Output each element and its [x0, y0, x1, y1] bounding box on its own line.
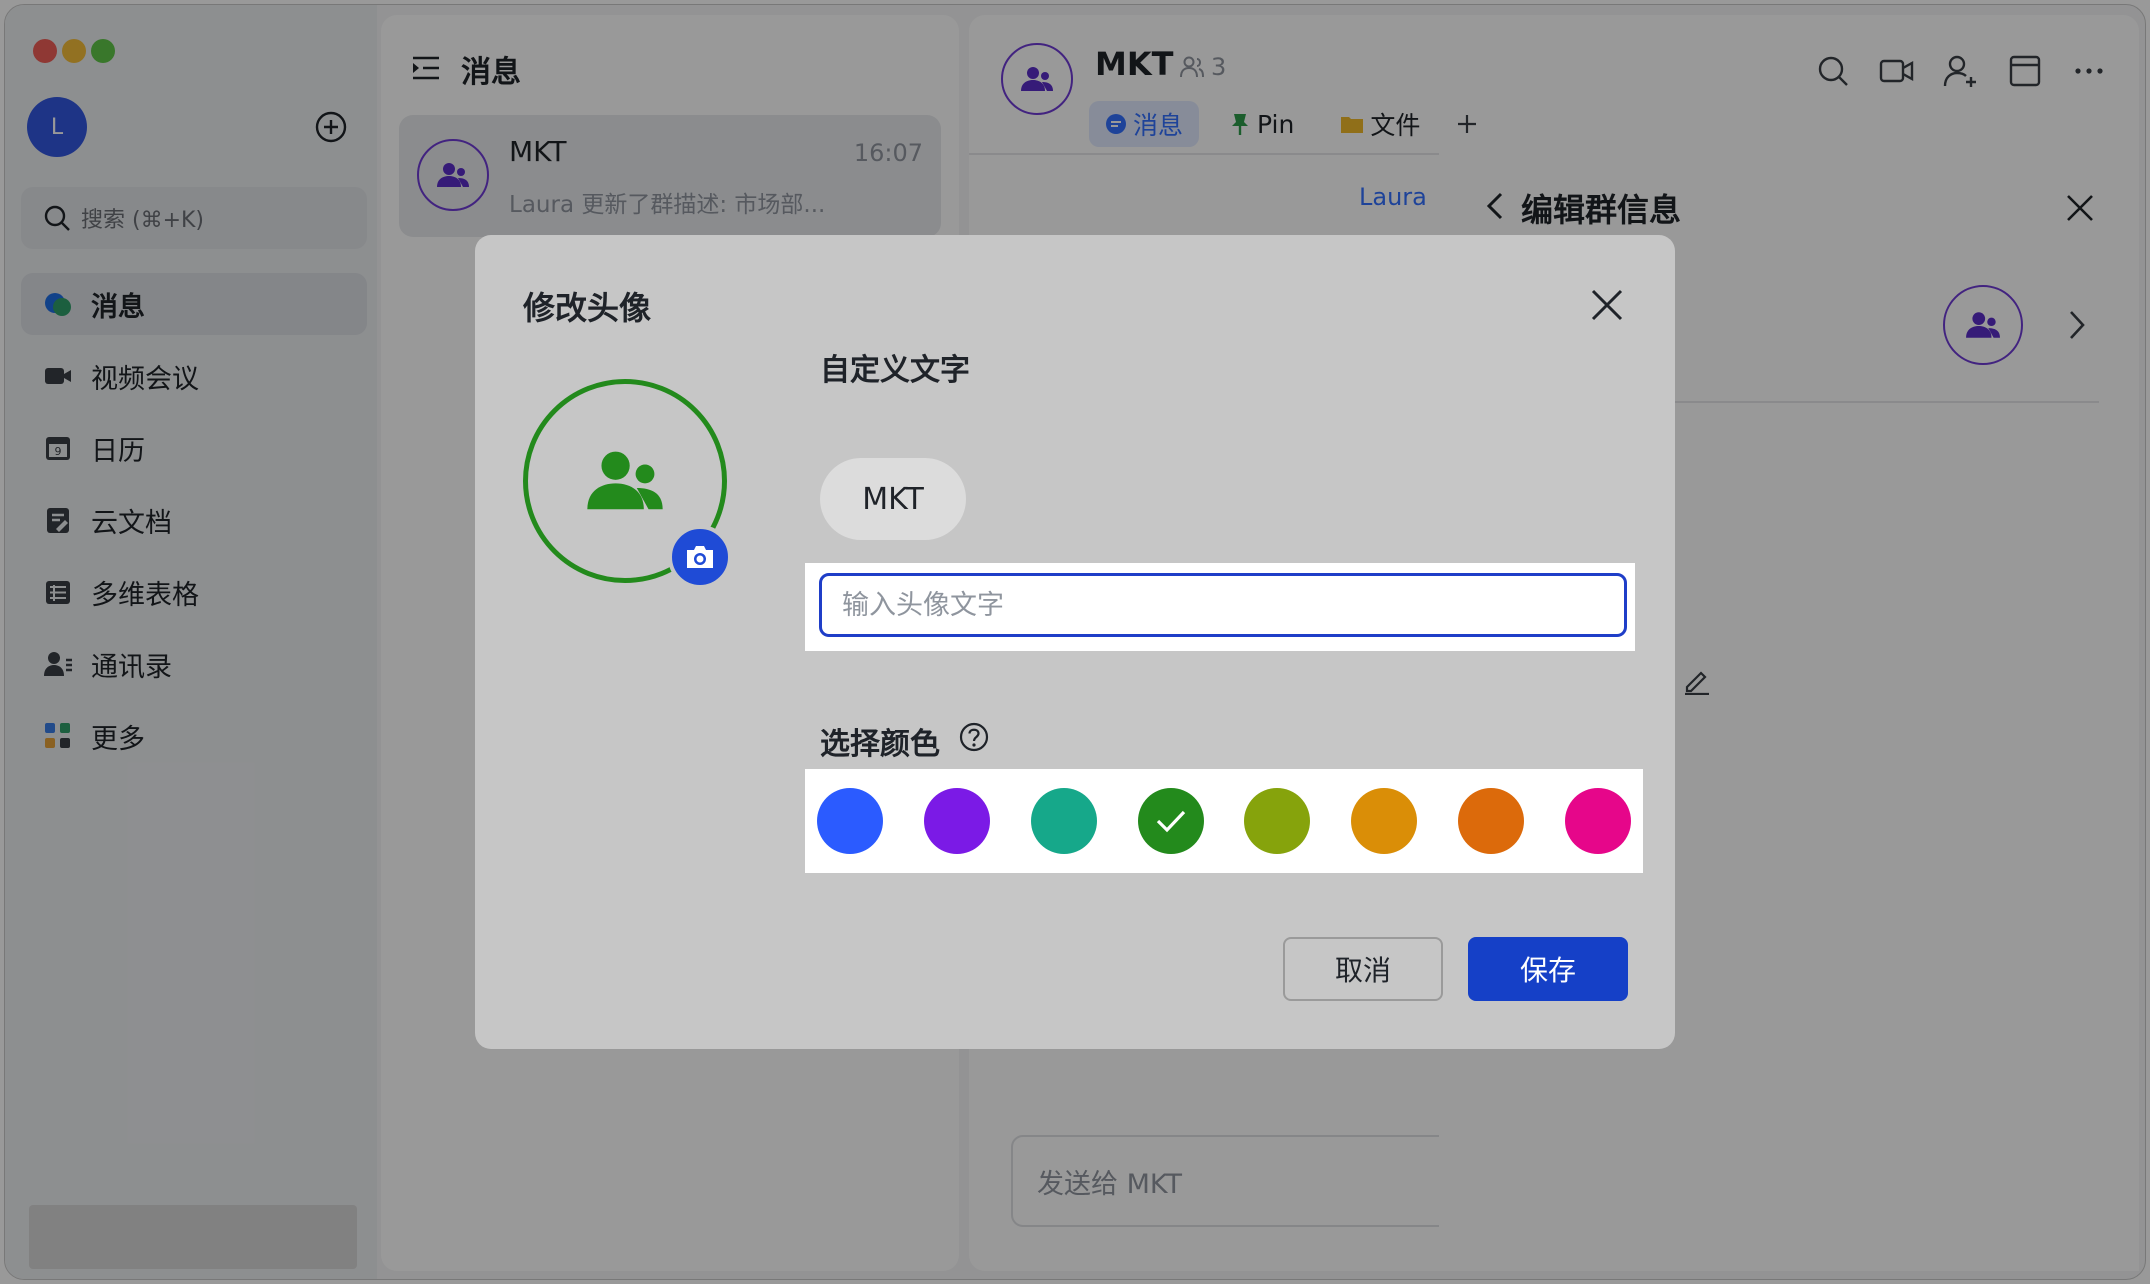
change-avatar-dialog: 修改头像 自定义文字 MKT 选择颜色 取消 保存 — [475, 235, 1675, 1049]
close-icon[interactable] — [1589, 287, 1625, 323]
color-swatch[interactable] — [1351, 788, 1418, 854]
color-swatch[interactable] — [1030, 788, 1097, 854]
color-swatch[interactable] — [1244, 788, 1311, 854]
choose-color-label: 选择颜色 — [820, 727, 940, 762]
checkmark-icon — [1156, 810, 1185, 833]
avatar-text-input[interactable] — [819, 573, 1627, 637]
dialog-title: 修改头像 — [523, 289, 652, 327]
color-picker — [805, 769, 1643, 873]
help-icon[interactable] — [959, 722, 989, 752]
current-text-chip[interactable]: MKT — [820, 458, 966, 540]
color-swatch[interactable] — [923, 788, 990, 854]
text-input-container — [805, 563, 1635, 651]
cancel-button[interactable]: 取消 — [1283, 937, 1443, 1001]
custom-text-label: 自定义文字 — [820, 353, 970, 388]
group-icon — [587, 451, 663, 510]
color-swatch[interactable] — [1458, 788, 1525, 854]
color-swatch[interactable] — [1137, 788, 1204, 854]
upload-photo-button[interactable] — [668, 525, 732, 589]
color-swatch[interactable] — [817, 788, 883, 854]
color-swatch[interactable] — [1564, 788, 1631, 854]
camera-icon — [687, 546, 713, 568]
save-button[interactable]: 保存 — [1468, 937, 1628, 1001]
